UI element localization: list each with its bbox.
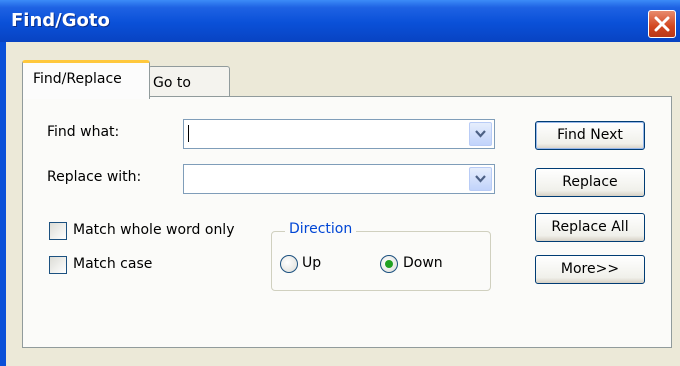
match-case-label[interactable]: Match case — [73, 256, 152, 272]
tab-find-replace-label: Find/Replace — [33, 71, 122, 87]
direction-down-radio[interactable] — [380, 255, 398, 273]
replace-with-label: Replace with: — [47, 169, 142, 185]
window-title: Find/Goto — [11, 10, 110, 31]
replace-button[interactable]: Replace — [535, 168, 645, 197]
find-what-dropdown-button[interactable] — [469, 122, 492, 146]
match-case-checkbox[interactable] — [49, 256, 67, 274]
match-whole-word-checkbox[interactable] — [49, 222, 67, 240]
find-what-combo[interactable] — [183, 119, 495, 149]
direction-legend: Direction — [285, 221, 357, 237]
replace-with-dropdown-button[interactable] — [469, 167, 492, 191]
find-replace-panel: Find what: Replace with: Match whole wor… — [22, 96, 672, 348]
tab-find-replace[interactable]: Find/Replace — [22, 60, 150, 99]
direction-up-label[interactable]: Up — [302, 255, 321, 271]
chevron-down-icon — [475, 175, 486, 183]
more-button[interactable]: More>> — [535, 255, 645, 284]
close-button[interactable] — [648, 10, 676, 38]
chevron-down-icon — [475, 130, 486, 138]
match-whole-word-label[interactable]: Match whole word only — [73, 222, 235, 238]
replace-all-button[interactable]: Replace All — [535, 213, 645, 242]
close-icon — [654, 16, 670, 32]
find-what-label: Find what: — [47, 124, 120, 140]
window-frame-left — [0, 42, 6, 366]
text-caret — [188, 125, 189, 142]
replace-with-combo[interactable] — [183, 164, 495, 194]
title-bar[interactable]: Find/Goto — [0, 0, 680, 42]
find-next-button[interactable]: Find Next — [535, 121, 645, 150]
radio-selected-dot — [385, 260, 393, 268]
tab-go-to-label: Go to — [153, 75, 191, 91]
find-goto-dialog: Find/Goto Find/Replace Go to Find what: … — [0, 0, 680, 366]
tab-go-to[interactable]: Go to — [148, 66, 230, 97]
direction-down-label[interactable]: Down — [403, 255, 443, 271]
direction-up-radio[interactable] — [280, 255, 298, 273]
